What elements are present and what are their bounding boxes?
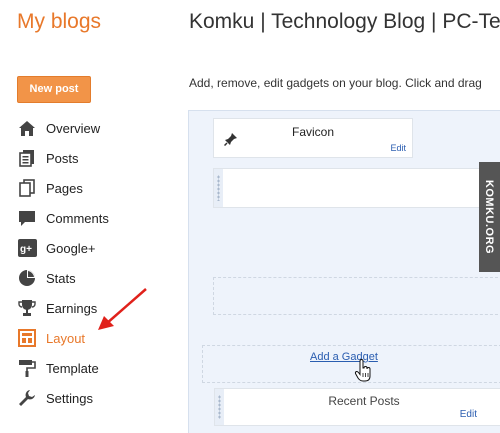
new-post-button[interactable]: New post	[17, 76, 91, 103]
drag-handle[interactable]	[214, 169, 223, 207]
sidebar-item-posts[interactable]: Posts	[17, 143, 109, 173]
sidebar-item-label: Pages	[46, 180, 83, 196]
sidebar-item-label: Stats	[46, 270, 76, 286]
home-icon	[17, 118, 37, 138]
layout-description: Add, remove, edit gadgets on your blog. …	[189, 76, 482, 90]
blog-title: Komku | Technology Blog | PC-Te	[189, 10, 500, 33]
posts-icon	[17, 148, 37, 168]
pages-icon	[17, 178, 37, 198]
sidebar-item-label: Settings	[46, 390, 93, 406]
favicon-gadget[interactable]: Favicon Edit	[213, 118, 413, 158]
empty-gadget-slot	[213, 277, 500, 315]
sidebar-item-label: Posts	[46, 150, 79, 166]
sidebar-item-label: Comments	[46, 210, 109, 226]
sidebar-item-google-plus[interactable]: g+ Google+	[17, 233, 109, 263]
pie-chart-icon	[17, 268, 37, 288]
sidebar-item-label: Google+	[46, 240, 96, 256]
watermark-text: KOMKU.ORG	[483, 179, 496, 255]
sidebar-item-comments[interactable]: Comments	[17, 203, 109, 233]
my-blogs-title[interactable]: My blogs	[17, 10, 101, 34]
favicon-gadget-title: Favicon	[291, 125, 335, 139]
svg-text:g+: g+	[20, 244, 32, 255]
hand-cursor-icon	[354, 359, 371, 382]
sidebar-item-template[interactable]: Template	[17, 353, 109, 383]
recent-posts-edit-link[interactable]: Edit	[460, 409, 477, 420]
sidebar-item-overview[interactable]: Overview	[17, 113, 109, 143]
comment-icon	[17, 208, 37, 228]
sidebar-item-label: Earnings	[46, 300, 98, 316]
recent-posts-title: Recent Posts	[328, 394, 400, 408]
red-arrow-annotation	[98, 288, 147, 330]
paint-roller-icon	[17, 358, 37, 378]
sidebar-nav: Overview Posts Pages Comments g+ Google+…	[17, 113, 109, 413]
sidebar-item-label: Overview	[46, 120, 101, 136]
sidebar-item-label: Template	[46, 360, 99, 376]
gadget-box[interactable]	[213, 168, 500, 208]
favicon-edit-link[interactable]: Edit	[390, 143, 406, 153]
sidebar-item-label: Layout	[46, 330, 86, 346]
wrench-icon	[17, 388, 37, 408]
google-plus-icon: g+	[17, 238, 37, 258]
layout-canvas	[188, 110, 500, 433]
sidebar-item-settings[interactable]: Settings	[17, 383, 109, 413]
watermark-badge: KOMKU.ORG	[479, 162, 500, 272]
trophy-icon	[17, 298, 37, 318]
sidebar-item-pages[interactable]: Pages	[17, 173, 109, 203]
layout-icon	[17, 328, 37, 348]
recent-posts-gadget[interactable]: Recent Posts Edit	[214, 388, 500, 426]
